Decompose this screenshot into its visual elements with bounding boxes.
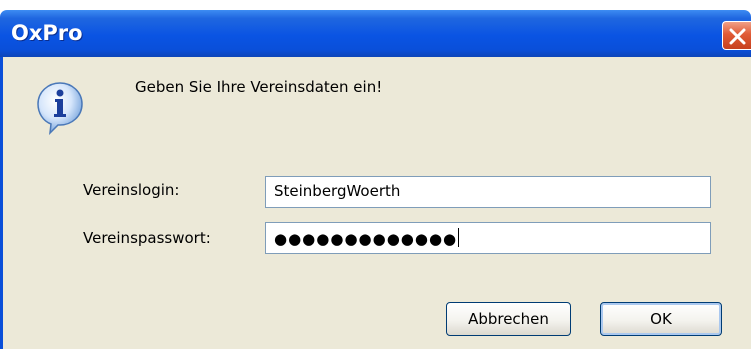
ok-button[interactable]: OK xyxy=(600,302,722,336)
dialog-body: Geben Sie Ihre Vereinsdaten ein! Vereins… xyxy=(0,57,751,349)
title-bar[interactable]: OxPro xyxy=(0,10,751,57)
text-caret xyxy=(458,228,460,247)
login-value: SteinbergWoerth xyxy=(274,182,401,200)
window-title: OxPro xyxy=(11,21,83,45)
dialog-message: Geben Sie Ihre Vereinsdaten ein! xyxy=(135,78,383,96)
close-button[interactable] xyxy=(722,21,751,50)
cancel-button[interactable]: Abbrechen xyxy=(446,302,571,336)
password-label: Vereinspasswort: xyxy=(83,229,211,247)
close-icon xyxy=(729,28,746,45)
login-input[interactable]: SteinbergWoerth xyxy=(265,176,711,208)
info-icon xyxy=(37,82,83,135)
password-input[interactable]: ●●●●●●●●●●●●● xyxy=(265,222,711,254)
login-label: Vereinslogin: xyxy=(83,181,180,199)
password-value: ●●●●●●●●●●●●● xyxy=(274,230,458,248)
dialog-window: OxPro Geben Sie Ihre Vereinsdaten ein! V… xyxy=(0,10,751,349)
